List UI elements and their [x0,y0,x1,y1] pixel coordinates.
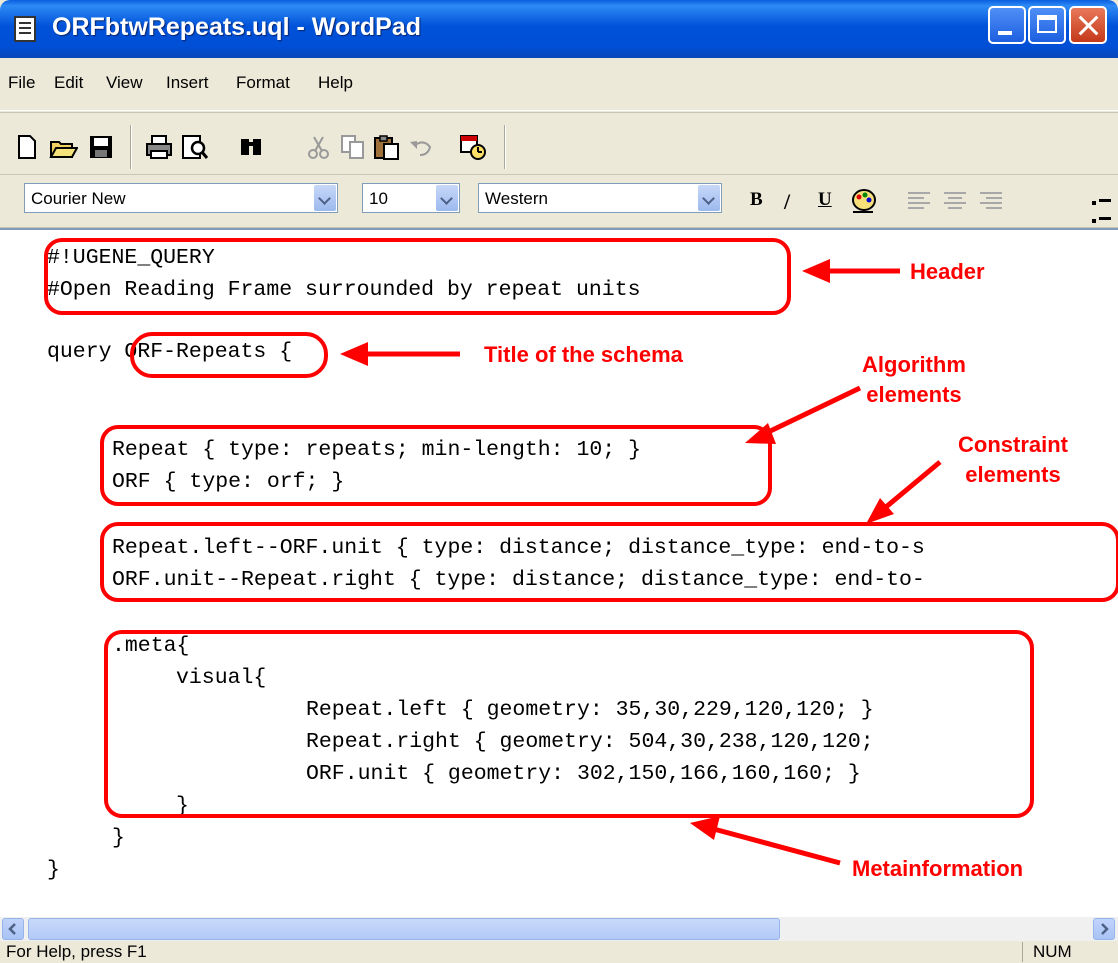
chevron-down-icon[interactable] [436,185,458,211]
horizontal-scrollbar[interactable] [0,917,1118,941]
color-palette-icon[interactable] [850,187,878,215]
menu-help[interactable]: Help [318,73,353,93]
script-select[interactable]: Western [478,183,722,213]
close-button[interactable] [1069,6,1107,44]
toolbar-separator [504,125,506,169]
menu-format[interactable]: Format [236,73,290,93]
insert-date-time-icon[interactable] [458,133,488,161]
scroll-left-button[interactable] [2,918,24,940]
open-folder-icon[interactable] [48,133,78,161]
scroll-thumb[interactable] [28,918,780,940]
underline-button[interactable]: U [818,189,832,211]
header-label: Header [910,259,985,284]
cut-icon[interactable] [304,133,334,161]
chevron-right-icon [1101,923,1109,935]
document-area[interactable]: #!UGENE_QUERY #Open Reading Frame surrou… [0,228,1118,919]
toolbar-separator [130,125,132,169]
format-bar: Courier New 10 Western B / U [0,174,1118,228]
align-center-icon[interactable] [944,192,966,210]
meta-label: Metainformation [852,856,1024,881]
algorithm-label-line: Algorithm [862,352,966,377]
print-icon[interactable] [144,133,174,161]
font-name-select[interactable]: Courier New [24,183,338,213]
menu-insert[interactable]: Insert [166,73,209,93]
find-icon[interactable] [236,133,266,161]
align-left-icon[interactable] [908,192,930,210]
font-size-select[interactable]: 10 [362,183,460,213]
bold-button[interactable]: B [750,189,763,211]
annotation-arrows [340,259,942,866]
print-preview-icon[interactable] [180,133,210,161]
algorithm-label: Algorithm elements [862,350,966,410]
menu-file[interactable]: File [8,73,35,93]
minimize-button[interactable] [988,6,1026,44]
paste-icon[interactable] [372,133,402,161]
new-document-icon[interactable] [12,133,42,161]
script-value: Western [485,189,548,208]
status-bar: For Help, press F1 NUM [0,941,1118,963]
algorithm-label-line: elements [866,382,962,407]
title-label: Title of the schema [484,342,683,367]
font-size-value: 10 [369,189,388,208]
chevron-down-icon[interactable] [698,185,720,211]
num-lock-indicator: NUM [1022,942,1089,962]
wordpad-window: ORFbtwRepeats.uql - WordPad File Edit Vi… [0,0,1118,963]
constraint-label-line: Constraint [958,432,1068,457]
align-right-icon[interactable] [980,192,1002,210]
chevron-down-icon[interactable] [314,185,336,211]
scroll-right-button[interactable] [1093,918,1115,940]
wordpad-app-icon[interactable] [14,16,36,42]
chevron-left-icon [8,923,16,935]
standard-toolbar [0,112,1118,173]
constraint-label: Constraint elements [958,430,1068,490]
menu-edit[interactable]: Edit [54,73,83,93]
font-name-value: Courier New [31,189,126,208]
maximize-button[interactable] [1028,6,1066,44]
status-help-text: For Help, press F1 [6,942,147,961]
menu-bar: File Edit View Insert Format Help [0,58,1118,111]
bullets-icon[interactable] [1092,192,1112,223]
constraint-label-line: elements [965,462,1061,487]
window-title: ORFbtwRepeats.uql - WordPad [52,13,421,41]
italic-button[interactable]: / [784,189,790,215]
save-icon[interactable] [86,133,116,161]
copy-icon[interactable] [338,133,368,161]
undo-icon[interactable] [406,133,436,161]
title-bar[interactable]: ORFbtwRepeats.uql - WordPad [0,0,1118,58]
menu-view[interactable]: View [106,73,143,93]
